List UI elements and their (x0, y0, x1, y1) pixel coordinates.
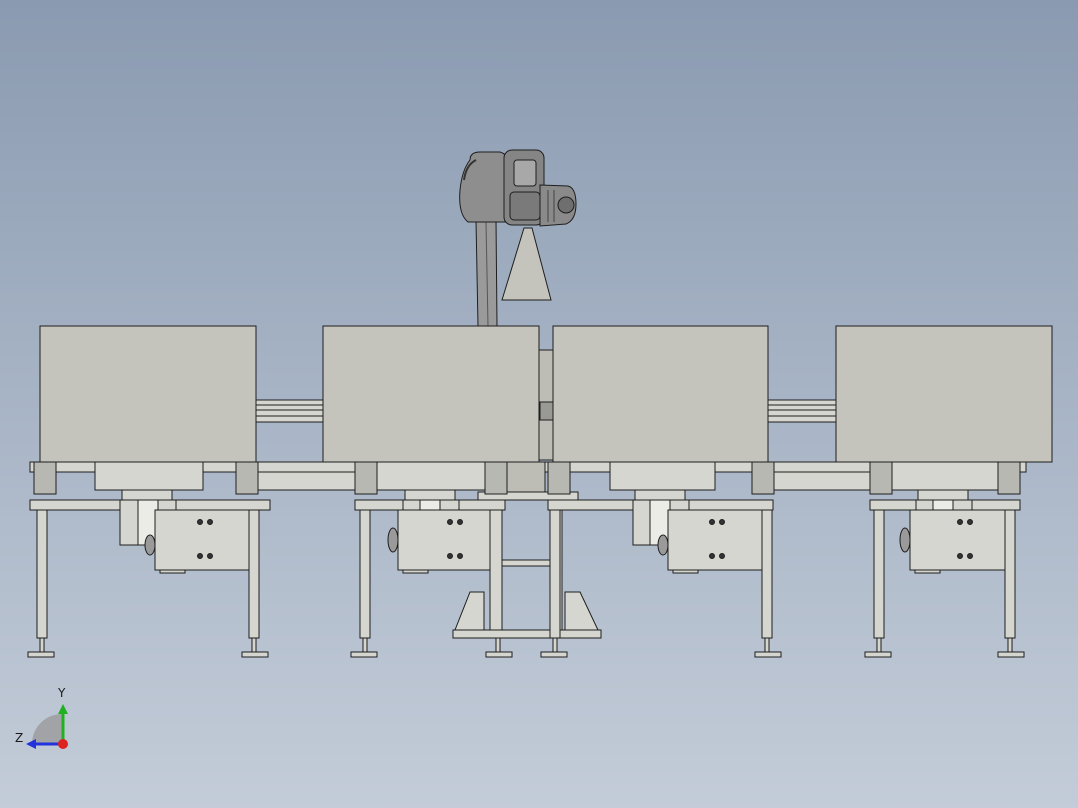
triad-y-label: Y (58, 686, 66, 700)
station-panel-1 (39, 325, 257, 463)
assembly-model[interactable] (0, 0, 1078, 808)
cad-graphics-viewport[interactable]: Y Z (0, 0, 1078, 808)
x-axis-origin-icon (58, 739, 68, 749)
robot-arm[interactable] (459, 149, 577, 327)
leveling-feet (27, 637, 1025, 658)
triad-z-label: Z (15, 731, 24, 745)
triad-arc-icon (32, 714, 62, 744)
station-panel-4 (835, 325, 1053, 463)
coordinate-triad (26, 704, 68, 749)
station-panel-3 (552, 325, 769, 463)
station-panel-2 (322, 325, 540, 463)
